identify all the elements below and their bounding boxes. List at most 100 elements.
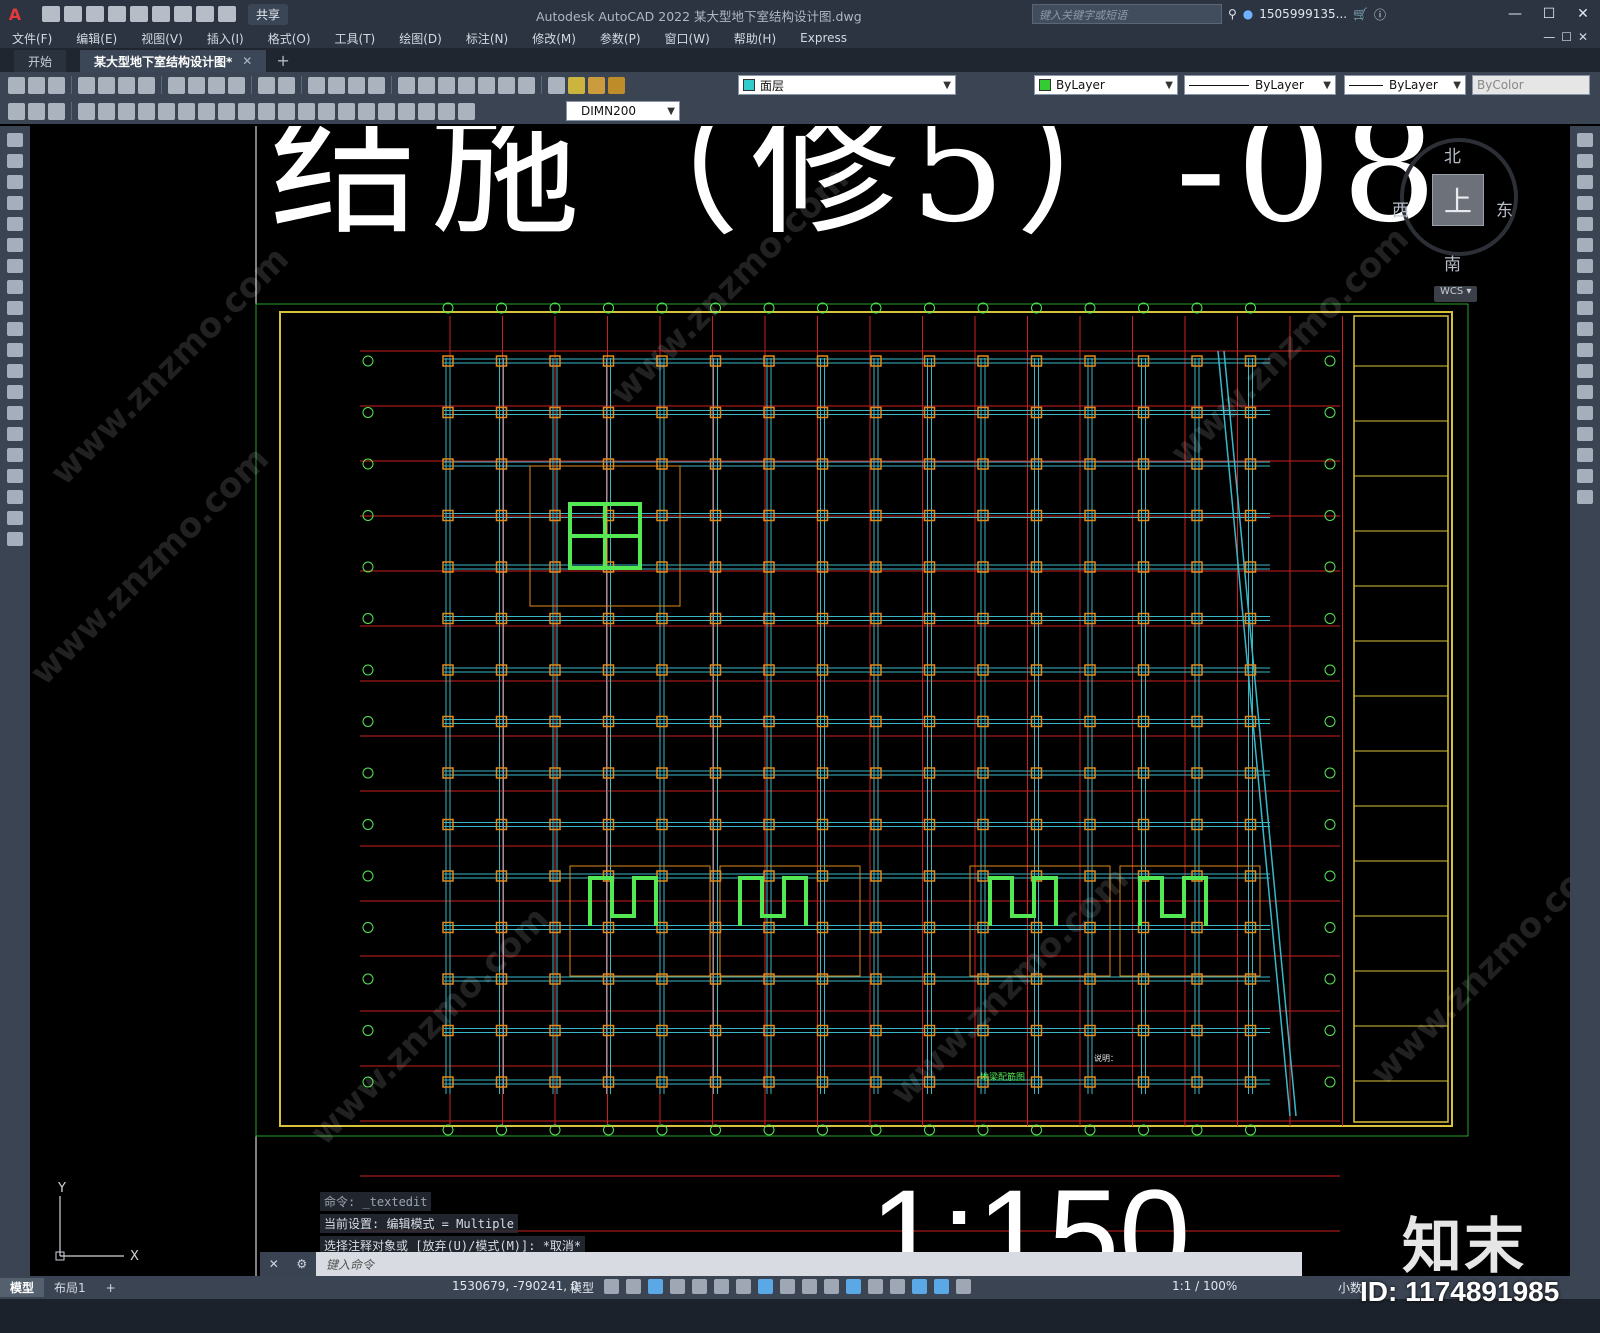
make-block-icon[interactable] [7, 385, 23, 399]
menu-express[interactable]: Express [788, 31, 859, 45]
autocad-logo-icon[interactable]: A [0, 0, 30, 28]
help-icon[interactable] [518, 76, 535, 94]
layer-state-icon[interactable] [28, 102, 45, 120]
menu-insert[interactable]: 插入(I) [195, 30, 256, 47]
zoom-previous-icon[interactable] [368, 76, 385, 94]
menu-window[interactable]: 窗口(W) [653, 30, 722, 47]
close-button[interactable]: ✕ [1566, 0, 1600, 28]
tab-start[interactable]: 开始 [14, 50, 67, 72]
gizmo-icon[interactable] [912, 1279, 927, 1294]
plotstyle-dropdown[interactable]: ByColor [1472, 75, 1590, 95]
extend-icon[interactable] [1577, 343, 1593, 357]
break-icon[interactable] [1577, 385, 1593, 399]
drawing-canvas[interactable]: 地梁配筋图 说明： 结施（修5）-08 上 北 南 东 西 WCS ▾ Y X 1… [30, 126, 1570, 1276]
arc-icon[interactable] [7, 238, 23, 252]
search-input[interactable]: 键入关键字或短语 [1032, 4, 1222, 24]
open-file-icon[interactable] [64, 6, 82, 22]
close-tab-icon[interactable]: ✕ [242, 54, 252, 68]
add-selected-icon[interactable] [7, 532, 23, 546]
menu-edit[interactable]: 编辑(E) [64, 30, 129, 47]
publish-icon[interactable] [118, 76, 135, 94]
match-properties-icon[interactable] [228, 76, 245, 94]
viewcube-west[interactable]: 西 [1392, 196, 1409, 221]
annotation-visibility-icon[interactable] [934, 1279, 949, 1294]
preview-icon[interactable] [98, 76, 115, 94]
maximize-button[interactable]: ☐ [1532, 0, 1566, 28]
new-icon[interactable] [8, 76, 25, 94]
ellipse-icon[interactable] [7, 322, 23, 336]
menu-format[interactable]: 格式(O) [256, 30, 323, 47]
continue-dimension-icon[interactable] [278, 102, 295, 120]
user-icon[interactable]: ● [1243, 7, 1253, 21]
plot-icon[interactable] [174, 6, 192, 22]
lineweight-dropdown[interactable]: ByLayer ▼ [1344, 75, 1466, 95]
new-tab-button[interactable]: + [276, 51, 289, 72]
cut-icon[interactable] [168, 76, 185, 94]
save-icon[interactable] [48, 76, 65, 94]
point-icon[interactable] [7, 406, 23, 420]
tab-model[interactable]: 模型 [0, 1278, 45, 1297]
infer-constraints-icon[interactable] [648, 1279, 663, 1294]
copy-icon[interactable] [188, 76, 205, 94]
multiline-text-icon[interactable] [7, 511, 23, 525]
undo-icon[interactable] [258, 76, 275, 94]
viewcube-east[interactable]: 东 [1496, 196, 1513, 221]
share-button[interactable]: 共享 [248, 3, 289, 25]
polar-tracking-icon[interactable] [692, 1279, 707, 1294]
circle-icon[interactable] [7, 259, 23, 273]
layer-previous-icon[interactable] [8, 102, 25, 120]
pan-icon[interactable] [308, 76, 325, 94]
layer-on-icon[interactable] [568, 76, 585, 94]
linetype-dropdown[interactable]: ByLayer ▼ [1184, 75, 1336, 95]
region-icon[interactable] [7, 469, 23, 483]
properties-icon[interactable] [398, 76, 415, 94]
redo-icon[interactable] [278, 76, 295, 94]
jogged-linear-icon[interactable] [398, 102, 415, 120]
rotate-icon[interactable] [1577, 259, 1593, 273]
aligned-dimension-icon[interactable] [98, 102, 115, 120]
menu-parametric[interactable]: 参数(P) [588, 30, 653, 47]
angular-dimension-icon[interactable] [218, 102, 235, 120]
redo-icon[interactable] [218, 6, 236, 22]
help-icon[interactable]: ⓘ [1374, 6, 1386, 23]
user-account[interactable]: 1505999135... [1259, 7, 1347, 21]
menu-file[interactable]: 文件(F) [0, 30, 64, 47]
search-icon[interactable]: ⚲ [1228, 7, 1237, 21]
ellipse-arc-icon[interactable] [7, 343, 23, 357]
arc-length-icon[interactable] [118, 102, 135, 120]
add-layout-button[interactable]: + [96, 1278, 126, 1297]
dimension-space-icon[interactable] [298, 102, 315, 120]
revision-cloud-icon[interactable] [7, 280, 23, 294]
erase-icon[interactable] [1577, 133, 1593, 147]
mirror-icon[interactable] [1577, 175, 1593, 189]
hatch-icon[interactable] [7, 427, 23, 441]
copy-object-icon[interactable] [1577, 154, 1593, 168]
command-input[interactable]: 键入命令 [316, 1252, 1302, 1276]
layer-lock-icon[interactable] [608, 76, 625, 94]
spline-icon[interactable] [7, 301, 23, 315]
menu-modify[interactable]: 修改(M) [520, 30, 588, 47]
3d-osnap-icon[interactable] [846, 1279, 861, 1294]
minimize-button[interactable]: — [1498, 0, 1532, 28]
object-snap-tracking-icon[interactable] [736, 1279, 751, 1294]
gradient-icon[interactable] [7, 448, 23, 462]
menu-view[interactable]: 视图(V) [129, 30, 195, 47]
dimstyle-dropdown[interactable]: DIMN200 ▼ [566, 101, 680, 121]
dimension-update-icon[interactable] [458, 102, 475, 120]
grid-icon[interactable] [604, 1279, 619, 1294]
trim-icon[interactable] [1577, 322, 1593, 336]
tab-layout1[interactable]: 布局1 [44, 1278, 96, 1297]
customize-icon[interactable]: ⚙ [296, 1257, 307, 1271]
quick-dimension-icon[interactable] [238, 102, 255, 120]
array-icon[interactable] [1577, 217, 1593, 231]
annotation-scale[interactable]: 1:1 / 100% [1172, 1279, 1237, 1293]
join-icon[interactable] [1577, 406, 1593, 420]
transparency-icon[interactable] [802, 1279, 817, 1294]
new-file-icon[interactable] [42, 6, 60, 22]
dimension-text-edit-icon[interactable] [438, 102, 455, 120]
offset-icon[interactable] [1577, 196, 1593, 210]
auto-scale-icon[interactable] [956, 1279, 971, 1294]
wcs-menu[interactable]: WCS ▾ [1434, 286, 1478, 302]
open-icon[interactable] [28, 76, 45, 94]
document-window-controls[interactable]: —☐✕ [1543, 30, 1594, 44]
